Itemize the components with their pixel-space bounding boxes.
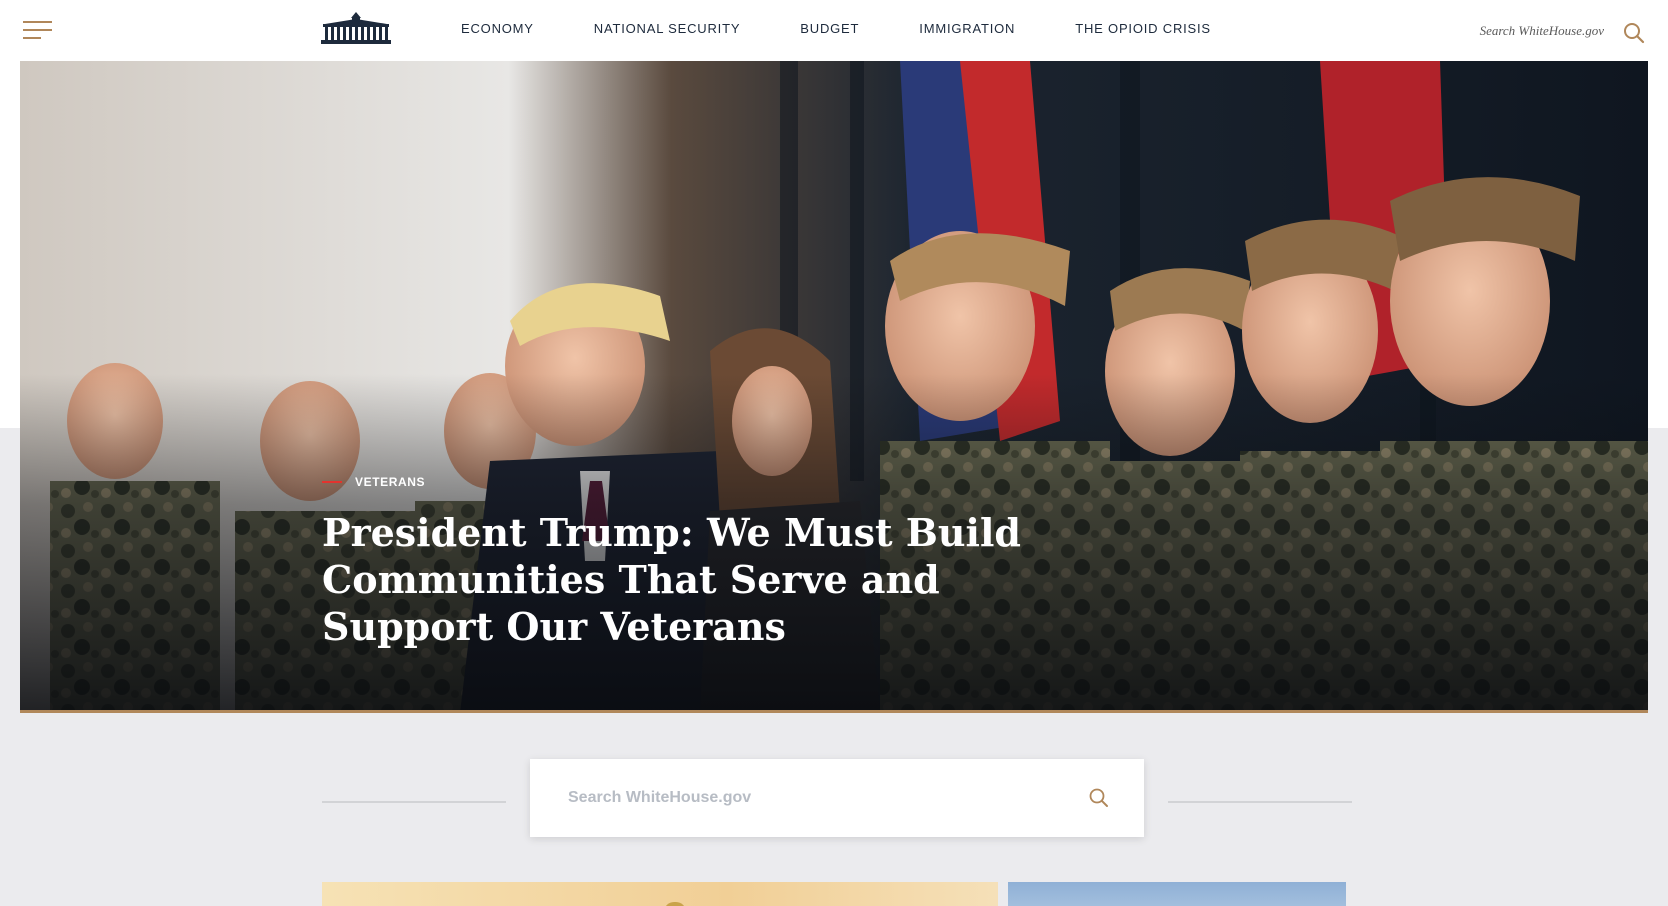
- category-accent-line: [322, 481, 342, 483]
- nav-item-economy[interactable]: ECONOMY: [461, 21, 534, 39]
- nav-item-national-security[interactable]: NATIONAL SECURITY: [594, 21, 741, 39]
- hero-banner[interactable]: VETERANS President Trump: We Must Build …: [20, 61, 1648, 713]
- search-box: [530, 759, 1144, 837]
- nav-item-budget[interactable]: BUDGET: [800, 21, 859, 39]
- nav-item-immigration[interactable]: IMMIGRATION: [919, 21, 1015, 39]
- nav-item-opioid-crisis[interactable]: THE OPIOID CRISIS: [1075, 21, 1211, 39]
- header-search-input[interactable]: Search WhiteHouse.gov: [1480, 23, 1604, 39]
- search-icon[interactable]: [1623, 22, 1645, 44]
- hamburger-icon[interactable]: [23, 20, 53, 42]
- divider-right: [1168, 801, 1352, 803]
- search-input[interactable]: [568, 784, 1048, 812]
- hero-headline[interactable]: President Trump: We Must Build Communiti…: [322, 509, 1082, 650]
- card-image-detail: [664, 902, 686, 906]
- story-card-1[interactable]: [322, 882, 998, 906]
- site-header: ECONOMY NATIONAL SECURITY BUDGET IMMIGRA…: [0, 0, 1668, 60]
- main-nav: ECONOMY NATIONAL SECURITY BUDGET IMMIGRA…: [461, 21, 1271, 39]
- story-card-2[interactable]: [1008, 882, 1346, 906]
- divider-left: [322, 801, 506, 803]
- hero-category: VETERANS: [322, 475, 425, 489]
- category-label[interactable]: VETERANS: [355, 475, 425, 489]
- search-icon[interactable]: [1088, 787, 1110, 809]
- white-house-logo[interactable]: [321, 10, 391, 44]
